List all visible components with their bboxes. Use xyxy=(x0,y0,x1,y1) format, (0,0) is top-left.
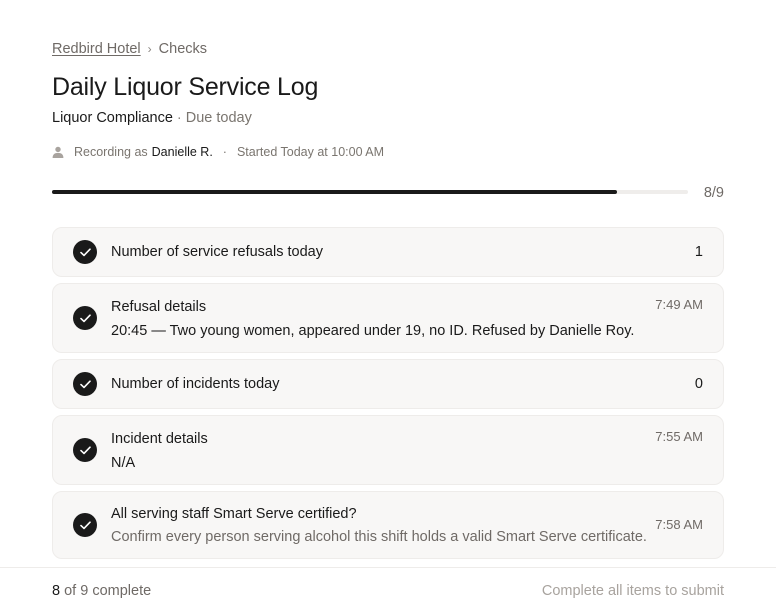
item-label: Number of service refusals today xyxy=(111,244,323,260)
check-icon xyxy=(73,372,97,396)
item-detail: N/A xyxy=(111,455,136,471)
person-icon xyxy=(52,146,64,158)
page-title: Daily Liquor Service Log xyxy=(52,73,319,101)
page-subtitle: Liquor Compliance · Due today xyxy=(52,110,252,126)
item-timestamp: 7:49 AM xyxy=(655,297,703,312)
completed-count: 8 xyxy=(52,583,61,599)
item-label: Incident details xyxy=(111,431,208,447)
check-icon xyxy=(73,513,97,537)
meta-dot: · xyxy=(222,145,227,159)
checklist-item[interactable]: All serving staff Smart Serve certified?… xyxy=(52,491,724,559)
checklist-item[interactable]: Number of service refusals today 1 xyxy=(52,227,724,277)
progress-count: 8/9 xyxy=(703,185,724,201)
submit-button[interactable]: Complete all items to submit xyxy=(542,583,724,599)
breadcrumb-checks: Checks xyxy=(158,41,208,57)
completion-suffix: of 9 complete xyxy=(64,583,152,599)
item-value: 1 xyxy=(694,244,703,260)
started-time: Started Today at 10:00 AM xyxy=(236,145,385,159)
item-detail: 20:45 — Two young women, appeared under … xyxy=(111,323,635,339)
due-label: Due today xyxy=(185,110,252,126)
item-label: Number of incidents today xyxy=(111,376,280,392)
breadcrumb-separator: › xyxy=(147,42,152,56)
progress-bar xyxy=(52,190,688,194)
item-label: Refusal details xyxy=(111,299,207,315)
recording-meta: Recording as Danielle R. · Started Today… xyxy=(52,145,384,159)
check-icon xyxy=(73,438,97,462)
item-value: 0 xyxy=(694,376,703,392)
item-timestamp: 7:55 AM xyxy=(655,429,703,444)
footer-bar: 8 of 9 complete Complete all items to su… xyxy=(0,567,776,612)
checklist-item[interactable]: Refusal details 20:45 — Two young women,… xyxy=(52,283,724,353)
checklist-page: Redbird Hotel › Checks Daily Liquor Servic… xyxy=(0,0,776,612)
item-label: All serving staff Smart Serve certified? xyxy=(111,506,357,522)
breadcrumb: Redbird Hotel › Checks xyxy=(52,41,207,57)
check-icon xyxy=(73,306,97,330)
subtitle-dot: · xyxy=(176,110,182,126)
recording-prefix: Recording as xyxy=(74,145,148,159)
category-label: Liquor Compliance xyxy=(52,110,173,126)
check-icon xyxy=(73,240,97,264)
item-timestamp: 7:58 AM xyxy=(655,517,703,532)
recorder-name: Danielle R. xyxy=(151,145,213,159)
item-detail: Confirm every person serving alcohol thi… xyxy=(111,529,647,545)
checklist-item[interactable]: Incident details N/A 7:55 AM xyxy=(52,415,724,485)
completion-summary: 8 of 9 complete xyxy=(52,583,151,599)
progress-fill xyxy=(52,190,618,194)
breadcrumb-hotel-link[interactable]: Redbird Hotel xyxy=(52,41,141,57)
checklist-item[interactable]: Number of incidents today 0 xyxy=(52,359,724,409)
